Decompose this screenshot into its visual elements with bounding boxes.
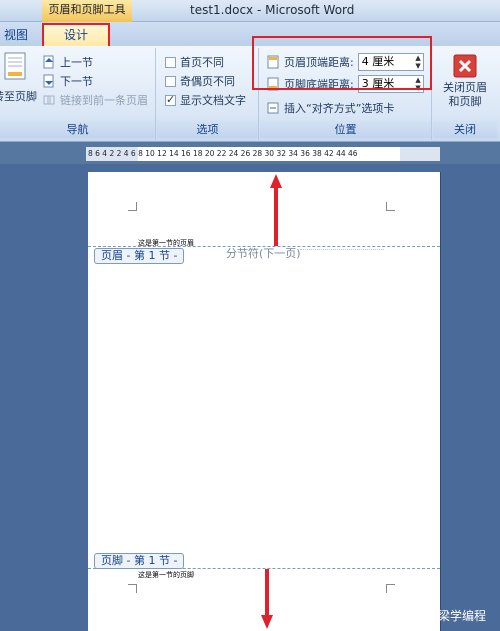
horizontal-ruler[interactable]: 8 6 4 2 2 4 6 8 10 12 14 16 18 20 22 24 …	[86, 147, 440, 161]
close-icon	[453, 54, 477, 78]
goto-footer-icon	[4, 52, 26, 80]
section-break-marker: 分节符(下一页)	[226, 247, 301, 260]
different-first-page-option[interactable]: 首页不同	[165, 54, 224, 70]
position-group-label: 位置	[260, 121, 431, 138]
margin-corner-mark	[128, 584, 137, 593]
header-distance-arrow-icon	[270, 174, 282, 246]
header-section-tag: 页眉 - 第 1 节 -	[94, 248, 185, 264]
insert-alignment-tab-button[interactable]: 插入“对齐方式”选项卡	[266, 100, 394, 116]
navigation-group-label: 导航	[0, 121, 155, 138]
different-odd-even-label: 奇偶页不同	[180, 75, 235, 88]
title-bar: 页眉和页脚工具 test1.docx - Microsoft Word	[0, 0, 500, 22]
link-to-previous-button[interactable]: 链接到前一条页眉	[42, 92, 148, 108]
tab-design[interactable]: 设计	[42, 23, 110, 46]
context-tab-title: 页眉和页脚工具	[42, 0, 132, 22]
document-title: test1.docx - Microsoft Word	[190, 3, 355, 17]
margin-corner-mark	[386, 584, 395, 593]
alignment-tab-icon	[267, 102, 279, 114]
next-section-button[interactable]: 下一节	[42, 73, 93, 89]
close-group-label: 关闭	[433, 121, 497, 138]
insert-alignment-tab-label: 插入“对齐方式”选项卡	[284, 102, 395, 115]
different-odd-even-option[interactable]: 奇偶页不同	[165, 73, 235, 89]
goto-footer-label: 转至页脚	[0, 90, 37, 103]
options-group: 首页不同 奇偶页不同 显示文档文字 选项	[157, 48, 259, 140]
previous-section-icon	[43, 55, 54, 69]
different-first-page-label: 首页不同	[180, 56, 224, 69]
margin-corner-mark	[386, 202, 395, 211]
show-document-text-label: 显示文档文字	[180, 94, 246, 107]
link-icon	[43, 95, 55, 105]
position-highlight-box	[252, 36, 432, 90]
show-document-text-option[interactable]: 显示文档文字	[165, 92, 246, 108]
section-break-dots	[300, 249, 384, 250]
different-odd-even-checkbox[interactable]	[165, 75, 176, 87]
options-group-label: 选项	[157, 121, 258, 138]
different-first-page-checkbox[interactable]	[165, 56, 176, 68]
close-group: 关闭页眉和页脚 关闭	[433, 48, 497, 140]
footer-section-tag: 页脚 - 第 1 节 -	[94, 553, 185, 569]
goto-footer-button[interactable]: 转至页脚	[0, 52, 38, 104]
link-to-previous-label: 链接到前一条页眉	[60, 94, 148, 107]
ruler-ticks: 8 6 4 2 2 4 6 8 10 12 14 16 18 20 22 24 …	[88, 149, 358, 158]
show-document-text-checkbox[interactable]	[165, 93, 176, 106]
footer-distance-arrow-icon	[261, 569, 273, 629]
ribbon: 转至页脚 上一节 下一节 链接到前一条页眉 导航 首页不同 奇偶页不同 显示文档…	[0, 36, 500, 142]
previous-section-label: 上一节	[60, 56, 93, 69]
navigation-group: 转至页脚 上一节 下一节 链接到前一条页眉 导航	[0, 48, 156, 140]
margin-corner-mark	[128, 202, 137, 211]
document-page[interactable]: 这是第一节的页眉 页眉 - 第 1 节 - 分节符(下一页) 页脚 - 第 1 …	[88, 172, 440, 631]
next-section-icon	[43, 74, 54, 88]
next-section-label: 下一节	[60, 75, 93, 88]
watermark-text: 梁学编程	[438, 609, 487, 623]
footer-text: 这是第一节的页脚	[138, 571, 194, 579]
tab-view[interactable]: 视图	[4, 26, 28, 43]
close-header-footer-label: 关闭页眉和页脚	[443, 81, 487, 108]
close-header-footer-button[interactable]: 关闭页眉和页脚	[437, 54, 493, 109]
previous-section-button[interactable]: 上一节	[42, 54, 93, 70]
